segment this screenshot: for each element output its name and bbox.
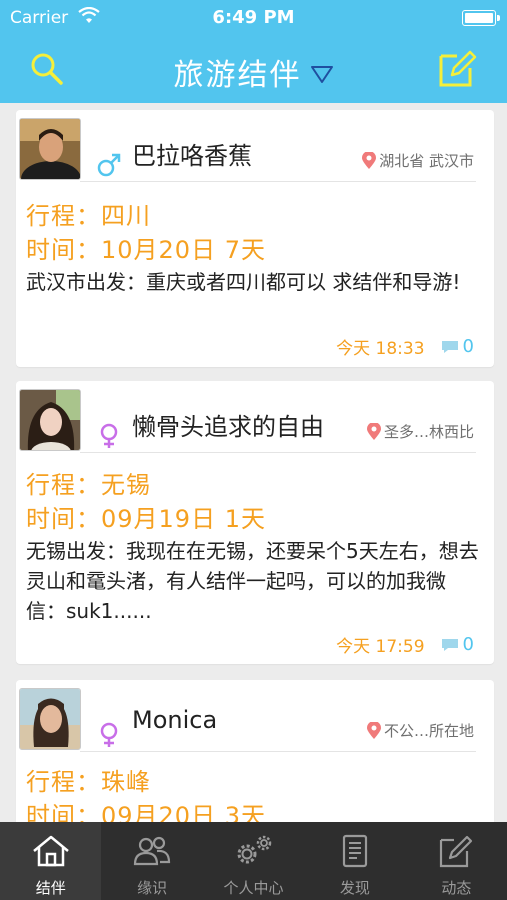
page-title: 旅游结伴 (173, 58, 302, 93)
location-label: 湖北省 武汉市 (379, 152, 474, 170)
divider (80, 452, 476, 453)
location: 不公…所在地 (366, 720, 474, 741)
tab-label: 结伴 (35, 879, 66, 897)
comment-icon[interactable] (441, 638, 459, 652)
username[interactable]: Monica (132, 706, 217, 734)
post-card[interactable]: 巴拉咯香蕉 湖北省 武汉市 行程：四川 时间：10月20日 7天 武汉市出发：重… (16, 110, 494, 367)
location-label: 圣多…林西比 (383, 423, 474, 441)
divider (80, 751, 476, 752)
post-time: 今天 18:33 (336, 339, 425, 359)
username[interactable]: 巴拉咯香蕉 (132, 136, 252, 171)
status-time: 6:49 PM (212, 7, 295, 28)
post-feed[interactable]: 巴拉咯香蕉 湖北省 武汉市 行程：四川 时间：10月20日 7天 武汉市出发：重… (0, 103, 507, 822)
tab-label: 动态 (441, 879, 472, 897)
post-meta: 今天 17:59 0 (336, 632, 474, 657)
tab-yuanshi[interactable]: 缘识 (101, 822, 202, 900)
tab-label: 个人中心 (223, 879, 284, 897)
location-pin-icon (366, 721, 381, 739)
tab-profile[interactable]: 个人中心 (203, 822, 304, 900)
tab-label: 缘识 (137, 879, 168, 897)
home-icon (32, 835, 69, 867)
trip-route: 行程：四川 (26, 202, 151, 230)
post-description: 武汉市出发：重庆或者四川都可以 求结伴和导游! (26, 270, 461, 294)
tab-bar: 结伴 缘识 个人中心 发现 动态 (0, 822, 507, 900)
document-icon (342, 834, 368, 868)
chevron-down-icon (310, 65, 333, 83)
post-meta: 今天 18:33 0 (336, 334, 474, 359)
location-pin-icon (362, 151, 377, 169)
location-label: 不公…所在地 (383, 722, 474, 740)
trip-date: 时间：09月20日 3天 (26, 802, 266, 822)
female-icon (100, 722, 118, 747)
location: 圣多…林西比 (366, 421, 474, 442)
people-icon (134, 836, 171, 866)
battery-icon (462, 10, 500, 26)
post-time: 今天 17:59 (336, 637, 425, 657)
tab-jieban[interactable]: 结伴 (0, 822, 102, 900)
gears-icon (237, 835, 271, 864)
edit-icon (440, 835, 473, 868)
nav-header: Carrier 6:49 PM 旅游结伴 (0, 0, 507, 103)
male-icon (97, 153, 121, 177)
post-card[interactable]: Monica 不公…所在地 行程：珠峰 时间：09月20日 3天 (16, 680, 494, 822)
nav-title-dropdown[interactable]: 旅游结伴 (0, 50, 507, 94)
post-card[interactable]: 懒骨头追求的自由 圣多…林西比 行程：无锡 时间：09月19日 1天 无锡出发：… (16, 381, 494, 664)
comment-icon[interactable] (441, 340, 459, 354)
compose-icon[interactable] (437, 48, 477, 88)
tab-discover[interactable]: 发现 (304, 822, 405, 900)
trip-date: 时间：09月19日 1天 (26, 505, 266, 533)
status-bar: Carrier 6:49 PM (0, 0, 507, 38)
female-icon (100, 423, 118, 448)
trip-date: 时间：10月20日 7天 (26, 236, 266, 264)
divider (80, 181, 476, 182)
tab-dongtai[interactable]: 动态 (406, 822, 507, 900)
tab-label: 发现 (339, 879, 370, 897)
location: 湖北省 武汉市 (362, 150, 474, 171)
comment-count: 0 (462, 336, 474, 357)
post-description: 无锡出发：我现在在无锡，还要呆个5天左右，想去灵山和鼋头渚，有人结伴一起吗，可以… (26, 539, 479, 623)
location-pin-icon (366, 422, 381, 440)
avatar[interactable] (19, 118, 81, 180)
avatar[interactable] (19, 389, 81, 451)
trip-route: 行程：无锡 (26, 471, 151, 499)
avatar[interactable] (19, 688, 81, 750)
trip-route: 行程：珠峰 (26, 768, 151, 796)
username[interactable]: 懒骨头追求的自由 (132, 407, 324, 442)
comment-count: 0 (462, 634, 474, 655)
